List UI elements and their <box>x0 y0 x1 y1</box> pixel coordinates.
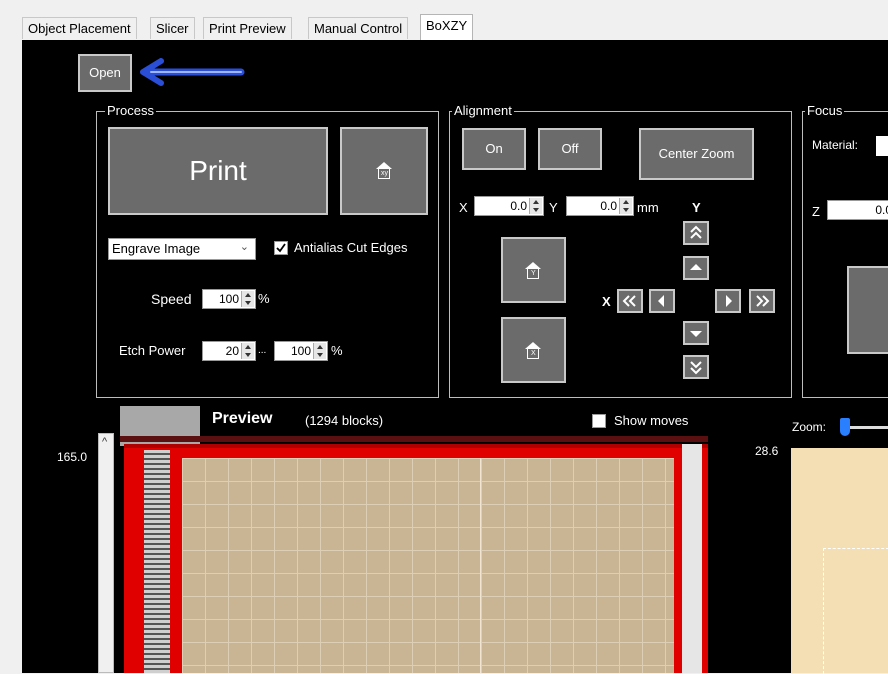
material-label: Material: <box>812 138 859 152</box>
bed-frame-top-rail <box>124 444 708 448</box>
chevron-down-icon <box>690 331 702 337</box>
mode-select[interactable]: Engrave Image ⌄ <box>108 238 256 260</box>
open-button[interactable]: Open <box>78 54 132 92</box>
double-chevron-left-icon <box>622 295 636 307</box>
preview-header-rule <box>120 436 708 442</box>
zoom-label: Zoom: <box>792 420 827 434</box>
etch-max-input[interactable]: 100 <box>274 341 328 361</box>
y-input[interactable]: 0.0 <box>566 196 634 216</box>
show-moves-label: Show moves <box>614 413 689 428</box>
arrow-icon <box>140 58 245 86</box>
process-group: Process Print xy Engrave Image ⌄ Antiali… <box>96 103 439 398</box>
chevron-down-icon: ⌄ <box>239 241 249 253</box>
double-chevron-down-icon <box>690 361 702 375</box>
tab-manual-control[interactable]: Manual Control <box>308 17 409 39</box>
alignment-legend: Alignment <box>452 103 514 119</box>
etch-separator: ... <box>258 345 267 356</box>
antialias-checkbox[interactable] <box>274 241 288 255</box>
home-y-button[interactable]: Y <box>501 237 566 303</box>
jog-x-minus-button[interactable] <box>649 289 675 313</box>
alignment-on-button[interactable]: On <box>462 128 526 170</box>
bed-grid <box>182 458 674 673</box>
tab-bar: Object Placement Slicer Print Preview Ma… <box>22 14 888 40</box>
zoom-slider-thumb[interactable] <box>840 418 850 436</box>
jog-x-plus-fast-button[interactable] <box>749 289 775 313</box>
tab-slicer[interactable]: Slicer <box>150 17 195 39</box>
chevron-right-icon <box>726 295 732 307</box>
show-moves-checkbox[interactable] <box>592 414 606 428</box>
center-zoom-button[interactable]: Center Zoom <box>639 128 754 180</box>
lead-screw <box>144 450 170 673</box>
vertical-scrollbar[interactable]: ^ <box>98 433 114 673</box>
etch-unit: % <box>331 343 343 358</box>
focus-legend: Focus <box>805 103 845 119</box>
left-strip <box>0 40 23 673</box>
etch-min-input[interactable]: 20 <box>202 341 256 361</box>
x-input[interactable]: 0.0 <box>474 196 544 216</box>
etch-power-label: Etch Power <box>119 343 186 358</box>
antialias-label: Antialias Cut Edges <box>294 240 408 255</box>
boxzy-panel: Open Process Print xy Engrave Image ⌄ An… <box>22 40 888 674</box>
zoom-value-label: 28.6 <box>755 444 779 458</box>
focus-group: Focus Material: Z 0.0 <box>802 103 888 398</box>
y-axis-max-label: 165.0 <box>57 450 88 464</box>
jog-y-plus-button[interactable] <box>683 256 709 280</box>
x-label: X <box>459 200 468 215</box>
home-xy-icon: xy <box>376 162 392 179</box>
speed-label: Speed <box>151 291 192 307</box>
scroll-up-icon[interactable]: ^ <box>102 436 107 448</box>
jog-y-plus-fast-button[interactable] <box>683 221 709 245</box>
focus-home-button[interactable] <box>847 266 888 354</box>
tab-boxzy[interactable]: BoXZY <box>420 14 474 40</box>
zoom-preview <box>791 448 888 674</box>
jog-x-plus-button[interactable] <box>715 289 741 313</box>
double-chevron-up-icon <box>690 225 702 239</box>
home-y-icon: Y <box>525 262 541 279</box>
check-icon <box>276 243 286 253</box>
tab-print-preview[interactable]: Print Preview <box>203 17 292 39</box>
jog-y-minus-button[interactable] <box>683 321 709 345</box>
chevron-up-icon <box>690 264 702 270</box>
jog-y-minus-fast-button[interactable] <box>683 355 709 379</box>
home-xy-button[interactable]: xy <box>340 127 428 215</box>
y-label: Y <box>549 200 558 215</box>
print-button[interactable]: Print <box>108 127 328 215</box>
home-x-icon: X <box>525 342 541 359</box>
z-label: Z <box>812 204 820 219</box>
tab-object-placement[interactable]: Object Placement <box>22 17 137 39</box>
z-input[interactable]: 0.0 <box>827 200 888 220</box>
speed-input[interactable]: 100 <box>202 289 256 309</box>
chevron-left-icon <box>658 295 664 307</box>
unit-label: mm <box>637 200 659 215</box>
process-legend: Process <box>105 103 156 119</box>
home-x-button[interactable]: X <box>501 317 566 383</box>
jog-x-label: X <box>602 294 611 309</box>
preview-blocks-count: (1294 blocks) <box>305 413 384 428</box>
bed-right-post <box>682 444 702 673</box>
material-input[interactable] <box>876 136 888 156</box>
bed-center-line <box>480 458 481 673</box>
jog-y-label: Y <box>692 200 701 215</box>
zoom-dashed-outline <box>823 548 888 674</box>
preview-title: Preview <box>212 410 273 427</box>
double-chevron-right-icon <box>756 295 770 307</box>
alignment-off-button[interactable]: Off <box>538 128 602 170</box>
alignment-group: Alignment On Off Center Zoom X 0.0 Y 0.0… <box>449 103 792 398</box>
speed-unit: % <box>258 291 270 306</box>
mode-select-value: Engrave Image <box>112 241 201 256</box>
jog-x-minus-fast-button[interactable] <box>617 289 643 313</box>
